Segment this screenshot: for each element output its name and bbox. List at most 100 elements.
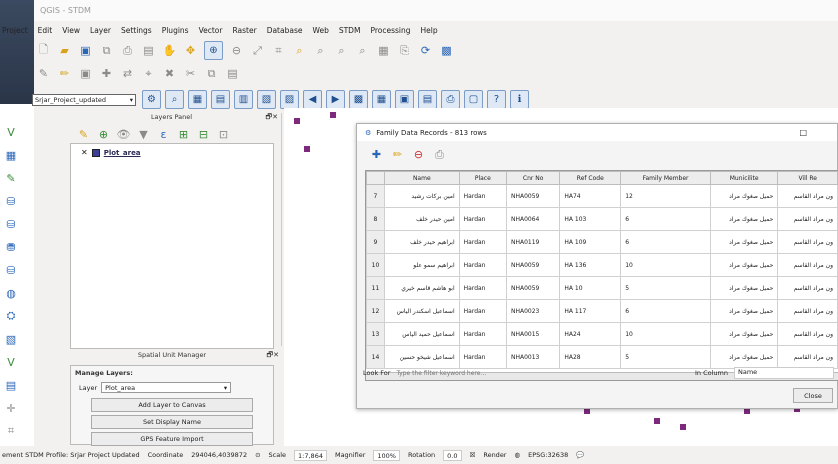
messages-icon[interactable]: 💬 [576, 451, 584, 459]
zoom-out-icon[interactable]: ⊖ [229, 43, 244, 58]
cell-place[interactable]: Hardan [458, 299, 508, 323]
add-oracle-icon[interactable]: ⛁ [2, 262, 20, 278]
node-tool-icon[interactable]: ⌖ [141, 66, 156, 81]
cell-village[interactable]: ون مراد القاسم [777, 345, 838, 369]
row-number[interactable]: 10 [366, 253, 385, 277]
pan-icon[interactable]: ✋ [162, 43, 177, 58]
col-header-municipality[interactable]: Municilite [709, 171, 779, 185]
cell-family[interactable]: 6 [620, 299, 711, 323]
add-feature-icon[interactable]: ✚ [99, 66, 114, 81]
cut-icon[interactable]: ✂ [183, 66, 198, 81]
cell-village[interactable]: ون مراد القاسم [777, 299, 838, 323]
cell-name[interactable]: ابو هاشم قاسم خيري [383, 276, 460, 300]
cell-place[interactable]: Hardan [458, 253, 508, 277]
menu-stdm[interactable]: STDM [339, 26, 361, 35]
stdm-settings-icon[interactable]: ⚙ [142, 90, 161, 109]
zoom-full-icon[interactable]: ⌗ [271, 43, 286, 58]
stdm-import-icon[interactable]: ▥ [234, 90, 253, 109]
cell-name[interactable]: اسماعيل حميد الياس [383, 322, 460, 346]
stdm-left-icon[interactable]: ◀ [303, 90, 322, 109]
cell-village[interactable]: ون مراد القاسم [777, 184, 838, 208]
cell-ref[interactable]: HA 109 [559, 230, 622, 254]
col-header-ref[interactable]: Ref Code [559, 171, 622, 185]
zoom-layer-icon[interactable]: ⌕ [313, 43, 328, 58]
composer-icon[interactable]: ▤ [141, 43, 156, 58]
add-layer-to-canvas-button[interactable]: Add Layer to Canvas [91, 398, 253, 412]
save-edits-icon[interactable]: ▣ [78, 66, 93, 81]
in-column-select[interactable]: Name [734, 367, 834, 379]
cell-name[interactable]: امين بركات رشيد [383, 184, 460, 208]
cell-municipality[interactable]: حميل صغوك مراد [709, 299, 779, 323]
cell-cnr[interactable]: NHA0015 [505, 322, 561, 346]
menu-view[interactable]: View [62, 26, 80, 35]
cell-cnr[interactable]: NHA0059 [505, 253, 561, 277]
cell-family[interactable]: 5 [620, 276, 711, 300]
cell-cnr[interactable]: NHA0059 [505, 276, 561, 300]
cell-name[interactable]: ابراهيم حيدر خلف [383, 230, 460, 254]
menu-web[interactable]: Web [312, 26, 328, 35]
cell-family[interactable]: 6 [620, 207, 711, 231]
row-number[interactable]: 7 [366, 184, 385, 208]
zoom-in-icon[interactable]: ⊕ [204, 41, 223, 60]
cell-cnr[interactable]: NHA0119 [505, 230, 561, 254]
delete-selected-icon[interactable]: ✖ [162, 66, 177, 81]
manage-map-themes-icon[interactable]: 👁 [116, 127, 131, 142]
stdm-forms-icon[interactable]: ▤ [418, 90, 437, 109]
add-mssql-icon[interactable]: ⛁ [2, 216, 20, 232]
cell-place[interactable]: Hardan [458, 207, 508, 231]
menu-settings[interactable]: Settings [121, 26, 152, 35]
row-number[interactable]: 11 [366, 276, 385, 300]
scale-field[interactable]: 1:7,864 [294, 449, 327, 461]
panel-close-icon[interactable]: 🗗✕ [267, 351, 279, 362]
cell-municipality[interactable]: حميل صغوك مراد [709, 276, 779, 300]
move-feature-icon[interactable]: ⇄ [120, 66, 135, 81]
save-as-icon[interactable]: ⧉ [99, 43, 114, 58]
layer-select[interactable]: Plot_area ▾ [101, 382, 232, 393]
stdm-documents-icon[interactable]: ▨ [280, 90, 299, 109]
add-vector-icon[interactable]: V [2, 124, 20, 140]
cell-cnr[interactable]: NHA0064 [505, 207, 561, 231]
edit-record-icon[interactable]: ✏ [390, 147, 405, 162]
add-record-icon[interactable]: ✚ [369, 147, 384, 162]
save-icon[interactable]: ▣ [78, 43, 93, 58]
table-row[interactable]: 14 اسماعيل شيخو حسين Hardan NHA0013 HA28 5 حمي… [366, 345, 838, 369]
cell-ref[interactable]: HA28 [559, 345, 622, 369]
add-raster-icon[interactable]: ▦ [2, 147, 20, 163]
zoom-native-icon[interactable]: ⤢ [250, 43, 265, 58]
cell-name[interactable]: ابراهيم سمو علو [383, 253, 460, 277]
table-row[interactable]: 10 ابراهيم سمو علو Hardan NHA0059 HA 136 10 حم… [366, 253, 838, 277]
filter-legend-icon[interactable]: ▼ [136, 127, 151, 142]
cell-municipality[interactable]: حميل صغوك مراد [709, 253, 779, 277]
layer-name[interactable]: Plot_area [104, 149, 141, 157]
refresh-icon[interactable]: ⟳ [418, 43, 433, 58]
zoom-next-icon[interactable]: ⌕ [355, 43, 370, 58]
expand-all-icon[interactable]: ⊞ [176, 127, 191, 142]
project-select[interactable]: Srjar_Project_updated ▾ [32, 94, 136, 106]
filter-expression-icon[interactable]: ε [156, 127, 171, 142]
table-row[interactable]: 12 اسماعيل اسكندر الياس Hardan NHA0023 HA 11… [366, 299, 838, 323]
panel-close-icon[interactable]: 🗗✕ [266, 113, 278, 124]
menu-raster[interactable]: Raster [232, 26, 256, 35]
add-db2-icon[interactable]: ⛃ [2, 239, 20, 255]
stdm-export-icon[interactable]: ▧ [257, 90, 276, 109]
table-row[interactable]: 9 ابراهيم حيدر خلف Hardan NHA0119 HA 109 6 حمي… [366, 230, 838, 254]
add-spatialite-icon[interactable]: ⛁ [2, 193, 20, 209]
globe-icon[interactable]: ◍ [514, 451, 520, 459]
add-group-icon[interactable]: ⊕ [96, 127, 111, 142]
epsg-label[interactable]: EPSG:32638 [528, 451, 568, 459]
copy-icon[interactable]: ⧉ [204, 66, 219, 81]
set-display-name-button[interactable]: Set Display Name [91, 415, 253, 429]
table-row[interactable]: 8 امين حيدر خلف Hardan NHA0064 HA 103 6 حميل ص… [366, 207, 838, 231]
layer-row-plot-area[interactable]: ✕ Plot_area [71, 144, 273, 161]
cell-place[interactable]: Hardan [458, 322, 508, 346]
cell-place[interactable]: Hardan [458, 184, 508, 208]
menu-processing[interactable]: Processing [370, 26, 410, 35]
stdm-entities-icon[interactable]: ▤ [211, 90, 230, 109]
cell-family[interactable]: 10 [620, 322, 711, 346]
cell-family[interactable]: 10 [620, 253, 711, 277]
cell-cnr[interactable]: NHA0023 [505, 299, 561, 323]
cell-municipality[interactable]: حميل صغوك مراد [709, 322, 779, 346]
toggle-editing-icon[interactable]: ✏ [57, 66, 72, 81]
cell-municipality[interactable]: حميل صغوك مراد [709, 345, 779, 369]
cell-family[interactable]: 5 [620, 345, 711, 369]
